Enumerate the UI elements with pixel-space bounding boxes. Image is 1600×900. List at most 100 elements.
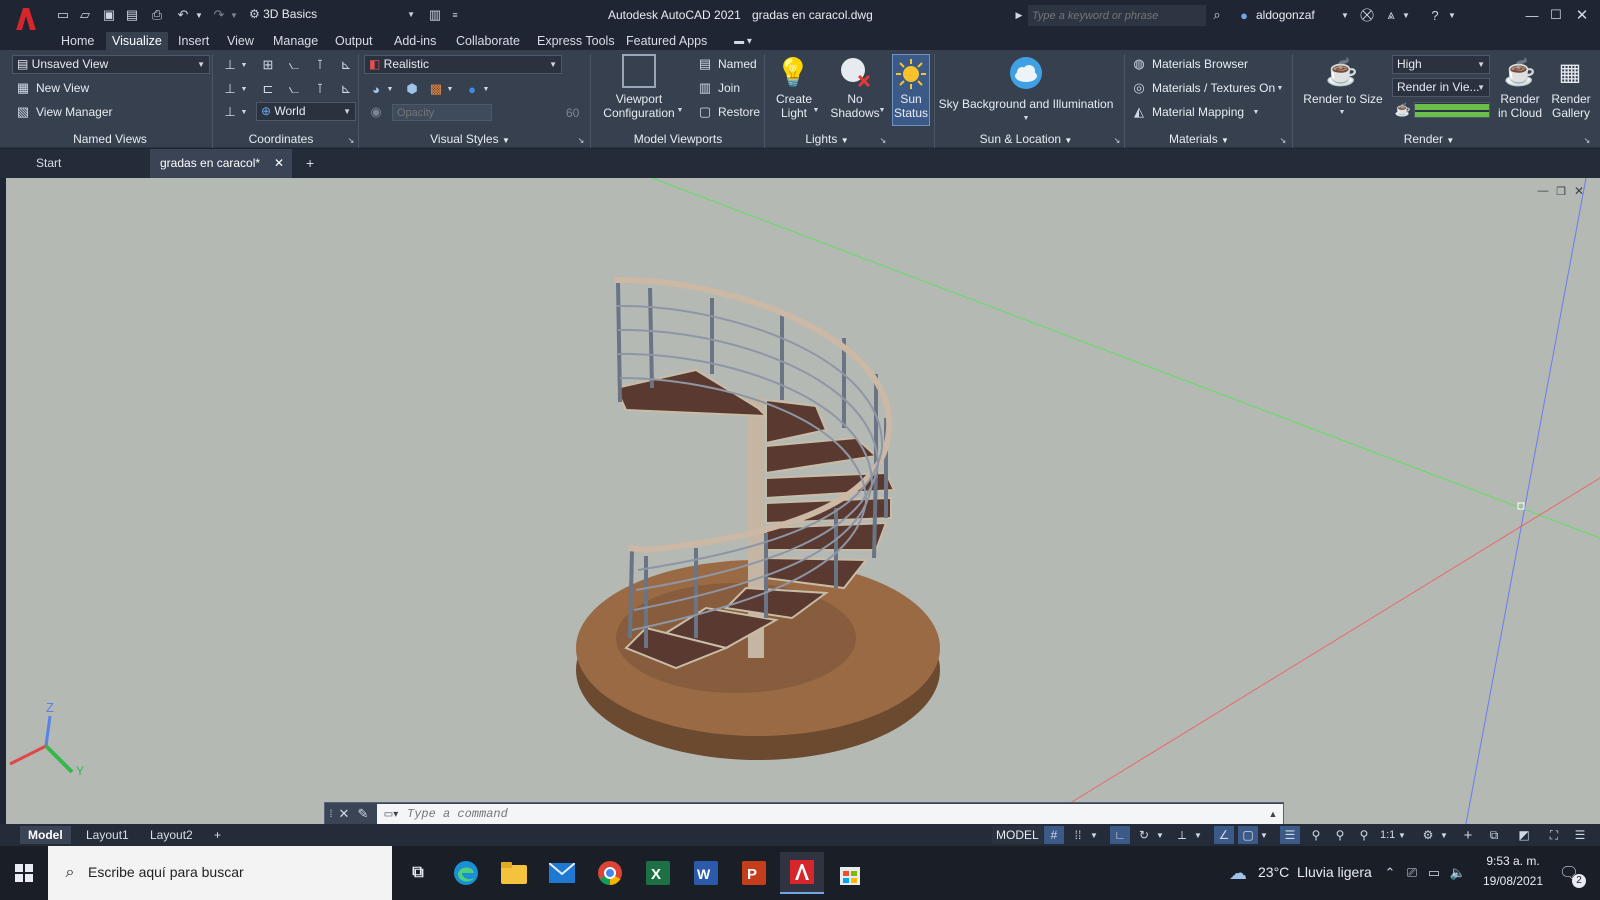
material-mapping-dropdown-icon[interactable]: ▼ [1252, 106, 1260, 118]
render-to-size-button[interactable]: Render to Size [1300, 92, 1386, 106]
materials-textures-dropdown-icon[interactable]: ▼ [1276, 82, 1284, 94]
account-dropdown-icon[interactable]: ▼ [1401, 8, 1411, 22]
ucs-dropdown-icon[interactable]: ▼ [240, 58, 248, 72]
polar-dropdown-icon[interactable]: ▼ [1154, 826, 1166, 844]
xray-dropdown-icon[interactable]: ▼ [482, 82, 490, 96]
opacity-toggle-icon[interactable]: ◉ [366, 104, 386, 120]
render-in-cloud-button[interactable]: Render in Cloud [1494, 92, 1546, 120]
annotation-scale-value[interactable]: 1:1 [1380, 826, 1395, 844]
customize-quick-access-icon[interactable]: ≡ [448, 6, 462, 24]
chrome-icon[interactable] [588, 852, 632, 894]
sky-dropdown-icon[interactable]: ▼ [1022, 112, 1030, 124]
visual-styles-panel-label[interactable]: Visual Styles ▼ [360, 130, 580, 148]
layout-tab-layout1[interactable]: Layout1 [78, 826, 137, 844]
dialog-launcher-icon[interactable]: ↘ [346, 134, 356, 146]
ucs-face-icon[interactable]: ⊾ [336, 80, 356, 98]
viewport-config-dropdown-icon[interactable]: ▼ [676, 104, 684, 116]
command-input[interactable] [407, 805, 1227, 823]
undo-icon[interactable]: ↶ [172, 6, 194, 24]
command-history-icon[interactable]: ▲ [1267, 806, 1279, 822]
save-icon[interactable]: ▣ [100, 6, 118, 24]
annotation-visibility-icon[interactable]: ⚲ [1306, 826, 1326, 844]
named-view-dropdown[interactable]: ▤ Unsaved View ▼ [12, 55, 210, 74]
opacity-field[interactable] [392, 104, 492, 121]
viewport-configuration-icon[interactable] [622, 54, 656, 88]
clock-date[interactable]: 19/08/2021 [1476, 874, 1550, 888]
tab-manage[interactable]: Manage [267, 32, 324, 50]
render-in-cloud-icon[interactable]: ☕ [1502, 54, 1538, 90]
viewport-restore-icon[interactable]: ❐ [1554, 184, 1568, 198]
coordinates-panel-label[interactable]: Coordinates [214, 130, 348, 148]
clean-screen-icon[interactable]: ⛶ [1544, 826, 1564, 844]
autocad-taskbar-icon[interactable] [780, 852, 824, 894]
sun-location-panel-label[interactable]: Sun & Location ▼ [936, 130, 1116, 148]
ortho-icon[interactable]: ∟ [1110, 826, 1130, 844]
search-icon[interactable]: ⌕ [1208, 6, 1226, 24]
render-quality-dropdown[interactable]: High ▼ [1392, 55, 1490, 74]
join-viewports-button[interactable]: Join [718, 81, 740, 95]
taskbar-search-box[interactable]: ⌕ Escribe aquí para buscar [48, 846, 392, 900]
customization-menu-icon[interactable]: ☰ [1570, 826, 1590, 844]
autodesk-account-icon[interactable]: ⩓ [1382, 6, 1400, 24]
named-viewports-button[interactable]: Named [718, 57, 757, 71]
lights-panel-label[interactable]: Lights ▼ [766, 130, 888, 148]
render-in-dropdown[interactable]: Render in Vie... ▼ [1392, 78, 1490, 97]
minimize-icon[interactable]: — [1522, 4, 1542, 26]
powerpoint-icon[interactable]: P [732, 852, 776, 894]
recent-commands-icon[interactable]: ▭▾ [379, 806, 403, 822]
shadows-icon[interactable]: ◕ [366, 80, 386, 98]
dialog-launcher-icon[interactable]: ↘ [576, 134, 586, 146]
open-folder-icon[interactable]: ▱ [76, 6, 94, 24]
file-explorer-icon[interactable] [492, 852, 536, 894]
command-customize-icon[interactable]: ✎ [355, 806, 371, 822]
tab-express-tools[interactable]: Express Tools [531, 32, 621, 50]
visual-style-dropdown[interactable]: ◧ Realistic ▼ [364, 55, 562, 74]
dialog-launcher-icon[interactable]: ↘ [878, 134, 888, 146]
viewport-minimize-icon[interactable]: — [1536, 184, 1550, 198]
ucs-named-icon[interactable]: ⊥ [220, 103, 240, 121]
viewport-configuration-button[interactable]: Viewport Configuration [598, 92, 680, 120]
no-shadows-dropdown-icon[interactable]: ▼ [878, 104, 886, 116]
close-icon[interactable]: ✕ [1572, 4, 1592, 26]
dialog-launcher-icon[interactable]: ↘ [1278, 134, 1288, 146]
print-icon[interactable]: ⎙ [148, 6, 166, 24]
help-search-input[interactable] [1028, 5, 1206, 26]
render-panel-label[interactable]: Render ▼ [1294, 130, 1564, 148]
no-shadows-icon[interactable] [838, 54, 872, 90]
no-shadows-button[interactable]: No Shadows [828, 92, 882, 120]
volume-icon[interactable]: 🔈 [1450, 862, 1466, 884]
layout-tab-layout2[interactable]: Layout2 [142, 826, 201, 844]
model-viewports-panel-label[interactable]: Model Viewports [592, 130, 764, 148]
chevron-up-icon[interactable]: ⌃ [1382, 862, 1398, 884]
clock-time[interactable]: 9:53 a. m. [1476, 854, 1550, 868]
materials-panel-label[interactable]: Materials ▼ [1126, 130, 1272, 148]
materials-textures-button[interactable]: Materials / Textures On [1152, 81, 1275, 95]
new-file-icon[interactable]: ▭ [54, 6, 72, 24]
tab-add-ins[interactable]: Add-ins [388, 32, 442, 50]
help-dropdown-icon[interactable]: ▼ [1447, 8, 1457, 22]
ucs-y-icon[interactable]: ⊺ [310, 80, 330, 98]
teapot-render-icon[interactable]: ☕ [1324, 54, 1360, 90]
hardware-acceleration-icon[interactable]: ◩ [1514, 826, 1534, 844]
isodraft-dropdown-icon[interactable]: ▼ [1192, 826, 1204, 844]
weather-text[interactable]: 23°C Lluvia ligera [1258, 864, 1372, 880]
close-tab-icon[interactable]: ✕ [274, 149, 284, 178]
render-to-size-dropdown-icon[interactable]: ▼ [1338, 106, 1346, 118]
store-icon[interactable] [828, 852, 872, 894]
add-layout-icon[interactable]: + [206, 826, 229, 844]
maximize-icon[interactable]: ☐ [1546, 4, 1566, 26]
word-icon[interactable]: W [684, 852, 728, 894]
face-style-dropdown-icon[interactable]: ▼ [446, 82, 454, 96]
new-view-button[interactable]: New View [36, 81, 89, 95]
face-style-icon[interactable]: ▩ [426, 80, 446, 98]
layout-tab-model[interactable]: Model [20, 826, 71, 844]
create-light-dropdown-icon[interactable]: ▼ [812, 104, 820, 116]
tab-visualize[interactable]: Visualize [106, 32, 168, 50]
scale-dropdown-icon[interactable]: ▼ [1396, 826, 1408, 844]
command-input-box[interactable]: ▭▾ ▲ [377, 804, 1283, 824]
model-viewport[interactable]: Z Y — ❐ ✕ ⁞ ✕ ✎ ▭▾ ▲ [6, 178, 1600, 824]
redo-dropdown-icon[interactable]: ▼ [229, 8, 239, 22]
network-icon[interactable]: ▭ [1426, 862, 1442, 884]
ucs-view-icon[interactable]: ⊞ [258, 56, 278, 74]
ucs-3point-icon[interactable]: ⦦ [284, 80, 304, 98]
